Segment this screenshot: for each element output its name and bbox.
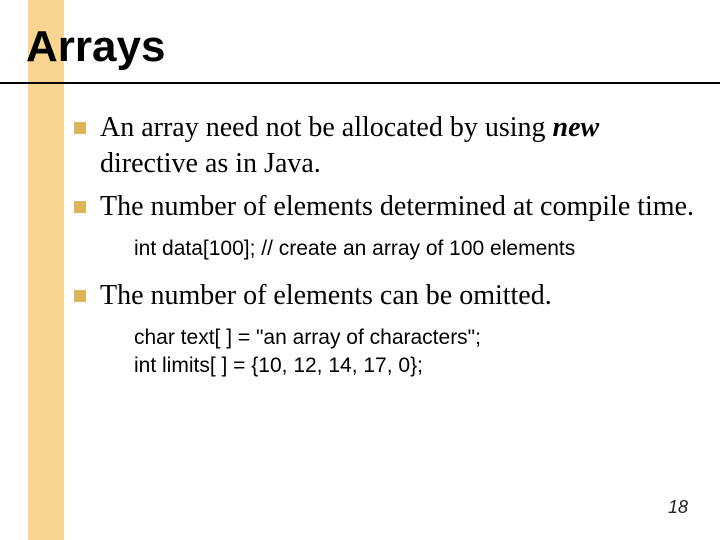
bullet-text: The number of elements can be omitted.: [100, 278, 552, 314]
slide-title: Arrays: [26, 22, 165, 72]
square-bullet-icon: [74, 201, 86, 213]
bullet-pre: An array need not be allocated by using: [100, 112, 553, 143]
bullet-item: The number of elements can be omitted.: [74, 278, 694, 314]
page-number: 18: [668, 497, 688, 518]
bullet-pre: The number of elements can be omitted.: [100, 280, 552, 311]
bullet-text: An array need not be allocated by using …: [100, 110, 694, 183]
code-line: int data[100]; // create an array of 100…: [134, 235, 694, 263]
bullet-text: The number of elements determined at com…: [100, 189, 694, 225]
title-underline: [0, 82, 720, 84]
square-bullet-icon: [74, 290, 86, 302]
bullet-post: directive as in Java.: [100, 148, 321, 179]
code-example-2: char text[ ] = "an array of characters";…: [134, 324, 694, 381]
accent-band: [28, 0, 64, 540]
bullet-item: The number of elements determined at com…: [74, 189, 694, 225]
keyword-new: new: [553, 112, 600, 143]
bullet-pre: The number of elements determined at com…: [100, 191, 694, 222]
slide-content: An array need not be allocated by using …: [74, 110, 694, 395]
code-example-1: int data[100]; // create an array of 100…: [134, 235, 694, 263]
code-line: char text[ ] = "an array of characters";: [134, 324, 694, 352]
code-line: int limits[ ] = {10, 12, 14, 17, 0};: [134, 352, 694, 380]
bullet-item: An array need not be allocated by using …: [74, 110, 694, 183]
square-bullet-icon: [74, 122, 86, 134]
